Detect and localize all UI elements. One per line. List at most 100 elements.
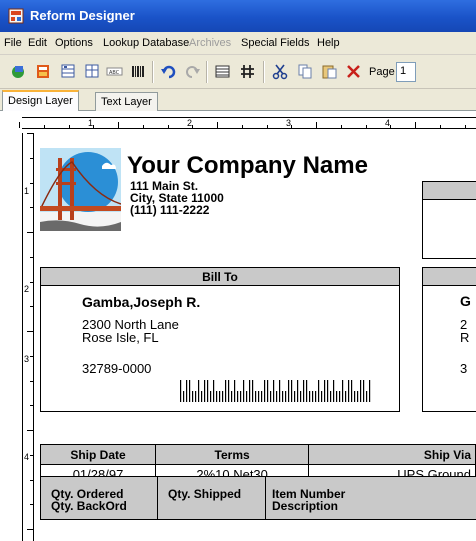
ruler-tick bbox=[192, 125, 194, 128]
barcode-bar bbox=[351, 380, 353, 402]
tab-text-layer[interactable]: Text Layer bbox=[95, 92, 158, 111]
terms-header: Terms bbox=[155, 444, 310, 465]
barcode-bar bbox=[258, 391, 260, 402]
ruler-tick bbox=[93, 125, 95, 128]
delete-icon[interactable] bbox=[345, 63, 362, 80]
barcode-bar bbox=[312, 391, 314, 402]
barcode-bar bbox=[222, 391, 224, 402]
barcode-bar bbox=[192, 391, 194, 402]
undo-icon[interactable] bbox=[160, 63, 177, 80]
layer-icon[interactable] bbox=[10, 63, 27, 80]
table-icon[interactable] bbox=[214, 63, 231, 80]
ship-to-zip[interactable]: 3 bbox=[460, 362, 476, 375]
ship-to-name[interactable]: G bbox=[460, 295, 476, 308]
barcode-bar bbox=[213, 380, 215, 402]
company-logo-bridge[interactable] bbox=[40, 148, 121, 231]
ruler-tick bbox=[27, 232, 33, 233]
postal-barcode[interactable] bbox=[180, 380, 372, 402]
barcode-bar bbox=[321, 391, 323, 402]
menu-file[interactable]: File bbox=[4, 37, 22, 49]
barcode-bar bbox=[240, 391, 242, 402]
ruler-tick bbox=[30, 306, 33, 308]
ruler-tick bbox=[241, 125, 243, 128]
barcode-bar bbox=[183, 391, 185, 402]
ship-to-street[interactable]: 2 bbox=[460, 318, 476, 331]
ruler-tick bbox=[19, 122, 20, 128]
barcode-bar bbox=[228, 380, 230, 402]
barcode-bar bbox=[219, 391, 221, 402]
bill-to-name[interactable]: Gamba,Joseph R. bbox=[82, 294, 200, 310]
barcode-bar bbox=[279, 380, 281, 402]
menu-edit[interactable]: Edit bbox=[28, 37, 47, 49]
ruler-tick bbox=[43, 125, 45, 128]
menu-special-fields[interactable]: Special Fields bbox=[241, 37, 309, 49]
column-align-icon[interactable] bbox=[84, 63, 101, 80]
barcode-bar bbox=[210, 391, 212, 402]
tab-design-layer[interactable]: Design Layer bbox=[2, 90, 79, 112]
ruler-tick bbox=[30, 281, 33, 283]
menu-options[interactable]: Options bbox=[55, 37, 93, 49]
barcode-bar bbox=[360, 380, 362, 402]
barcode-bar bbox=[180, 380, 182, 402]
barcode-bar bbox=[237, 391, 239, 402]
text-field-icon[interactable]: ABC bbox=[106, 63, 123, 80]
barcode-bar bbox=[288, 380, 290, 402]
barcode-bar bbox=[294, 391, 296, 402]
ruler-tick bbox=[390, 125, 392, 128]
grid-align-icon[interactable] bbox=[60, 63, 77, 80]
invoice-info-header bbox=[423, 182, 476, 200]
page-number-input[interactable]: 1 bbox=[396, 62, 416, 82]
ruler-label: 3 bbox=[286, 118, 292, 128]
copy-icon[interactable] bbox=[297, 63, 314, 80]
ruler-tick bbox=[30, 504, 33, 506]
barcode-bar bbox=[201, 391, 203, 402]
ruler-label: 4 bbox=[385, 118, 391, 128]
ruler-tick bbox=[340, 125, 342, 128]
barcode-bar bbox=[327, 380, 329, 402]
title-bar[interactable]: Reform Designer bbox=[0, 0, 476, 32]
ruler-tick bbox=[30, 207, 33, 209]
layer-tabs: Design Layer Text Layer bbox=[0, 89, 476, 112]
menu-help[interactable]: Help bbox=[317, 37, 340, 49]
barcode-bar bbox=[345, 391, 347, 402]
barcode-bar bbox=[330, 391, 332, 402]
barcode-bar bbox=[204, 380, 206, 402]
ruler-label: 4 bbox=[24, 452, 30, 462]
window-title: Reform Designer bbox=[30, 8, 135, 23]
menu-lookup-database[interactable]: Lookup Database bbox=[103, 37, 189, 49]
paste-icon[interactable] bbox=[321, 63, 338, 80]
ruler-tick bbox=[142, 125, 144, 128]
hash-icon[interactable] bbox=[239, 63, 256, 80]
ruler-tick bbox=[316, 122, 317, 128]
barcode-icon[interactable] bbox=[130, 63, 147, 80]
toolbar-separator bbox=[263, 61, 264, 83]
table-row: Ship Date Terms Ship Via bbox=[39, 444, 476, 465]
ruler-tick bbox=[365, 125, 367, 128]
barcode-bar bbox=[297, 380, 299, 402]
cut-icon[interactable] bbox=[272, 63, 289, 80]
barcode-bar bbox=[291, 380, 293, 402]
ruler-tick bbox=[27, 529, 33, 530]
toolbar: ABC Page 1 bbox=[0, 55, 476, 89]
page-label: Page bbox=[369, 66, 395, 78]
order-items-header[interactable]: Qty. Ordered Qty. BackOrd Qty. Shipped I… bbox=[40, 476, 476, 520]
ruler-tick bbox=[30, 405, 33, 407]
invoice-info-box[interactable] bbox=[422, 181, 476, 259]
barcode-bar bbox=[249, 380, 251, 402]
ruler-tick bbox=[30, 182, 33, 184]
barcode-bar bbox=[315, 391, 317, 402]
barcode-bar bbox=[216, 391, 218, 402]
ruler-tick bbox=[217, 122, 218, 128]
bill-to-city[interactable]: Rose Isle, FL bbox=[82, 331, 159, 344]
form-icon[interactable] bbox=[35, 63, 52, 80]
bill-to-zip[interactable]: 32789-0000 bbox=[82, 362, 151, 375]
qty-shipped-label: Qty. Shipped bbox=[168, 487, 242, 501]
ship-to-city[interactable]: R bbox=[460, 331, 476, 344]
company-phone[interactable]: (111) 111-2222 bbox=[130, 204, 209, 216]
company-name[interactable]: Your Company Name bbox=[127, 152, 368, 180]
barcode-bar bbox=[243, 380, 245, 402]
ship-via-header: Ship Via bbox=[308, 444, 476, 465]
barcode-bar bbox=[342, 380, 344, 402]
barcode-bar bbox=[270, 391, 272, 402]
barcode-bar bbox=[186, 380, 188, 402]
